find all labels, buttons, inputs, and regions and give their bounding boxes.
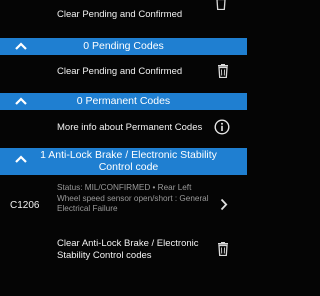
trash-icon[interactable] — [217, 242, 229, 256]
clear-confirmed-row[interactable]: Clear Pending and Confirmed — [0, 0, 247, 30]
permanent-codes-header[interactable]: 0 Permanent Codes — [0, 93, 247, 110]
chevron-up-icon[interactable] — [14, 154, 28, 164]
code-id: C1206 — [10, 200, 40, 211]
clear-confirmed-label: Clear Pending and Confirmed — [57, 9, 183, 20]
clear-pending-label: Clear Pending and Confirmed — [57, 66, 183, 77]
clear-abs-row[interactable]: Clear Anti-Lock Brake / Electronic Stabi… — [0, 234, 247, 274]
chevron-up-icon[interactable] — [14, 41, 28, 51]
pending-codes-title: 0 Pending Codes — [83, 40, 164, 52]
trash-icon[interactable] — [215, 0, 227, 10]
clear-abs-label: Clear Anti-Lock Brake / Electronic Stabi… — [57, 238, 199, 261]
pending-codes-header[interactable]: 0 Pending Codes — [0, 38, 247, 55]
permanent-info-label: More info about Permanent Codes — [57, 122, 203, 133]
chevron-right-icon[interactable] — [220, 198, 228, 211]
code-description: Status: MIL/CONFIRMED • Rear Left Wheel … — [57, 183, 209, 213]
permanent-info-row[interactable]: More info about Permanent Codes — [0, 114, 247, 142]
permanent-codes-title: 0 Permanent Codes — [76, 95, 171, 107]
info-icon[interactable] — [214, 119, 230, 135]
chevron-up-icon[interactable] — [14, 96, 28, 106]
trash-icon[interactable] — [217, 64, 229, 78]
abs-codes-header[interactable]: 1 Anti-Lock Brake / Electronic Stability… — [0, 148, 247, 175]
code-row-c1206[interactable]: C1206 Status: MIL/CONFIRMED • Rear Left … — [0, 176, 247, 232]
clear-pending-row[interactable]: Clear Pending and Confirmed — [0, 58, 247, 86]
abs-codes-title: 1 Anti-Lock Brake / Electronic Stability… — [40, 149, 217, 173]
